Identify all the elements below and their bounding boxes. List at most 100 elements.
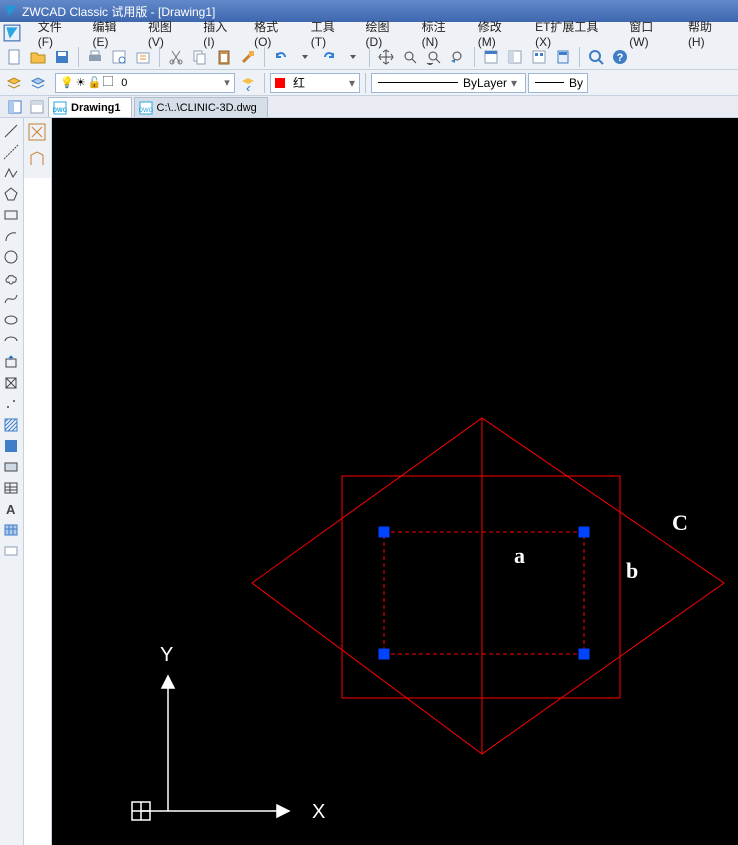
- help-icon[interactable]: ?: [609, 46, 631, 68]
- revcloud-icon[interactable]: [0, 267, 22, 288]
- linetype-combo[interactable]: ByLayer ▾: [371, 73, 526, 93]
- layer-combo[interactable]: 💡 ☀ 🔓 0 ▾: [55, 73, 235, 93]
- lock-icon: 🔓: [88, 76, 102, 89]
- new-icon[interactable]: [3, 46, 25, 68]
- table-draw-icon[interactable]: [0, 477, 22, 498]
- chevron-down-icon: ▾: [345, 76, 359, 90]
- calc-icon[interactable]: [552, 46, 574, 68]
- undo-dd-icon[interactable]: [294, 46, 316, 68]
- label-c: C: [672, 510, 688, 536]
- doc-tabs: DWG Drawing1 DWG C:\..\CLINIC-3D.dwg: [0, 96, 738, 118]
- menu-bar: 文件(F) 编辑(E) 视图(V) 插入(I) 格式(O) 工具(T) 绘图(D…: [0, 22, 738, 44]
- copy-icon[interactable]: [189, 46, 211, 68]
- redo-dd-icon[interactable]: [342, 46, 364, 68]
- doc-tab-0[interactable]: DWG Drawing1: [48, 97, 132, 117]
- separator: [369, 47, 370, 67]
- svg-text:A: A: [6, 502, 16, 517]
- dwg-icon: DWG: [53, 101, 67, 115]
- table2-icon[interactable]: [0, 519, 22, 540]
- color-swatch-icon: [275, 78, 285, 88]
- drawing-content: X Y: [52, 118, 738, 845]
- polyline-icon[interactable]: [0, 162, 22, 183]
- drawing-canvas[interactable]: X Y a b C: [52, 118, 738, 845]
- separator: [78, 47, 79, 67]
- doc-tab-label: Drawing1: [71, 102, 121, 114]
- ellipse-arc-icon[interactable]: [0, 330, 22, 351]
- make-block-icon[interactable]: [0, 372, 22, 393]
- svg-text:?: ?: [617, 52, 624, 64]
- color-combo[interactable]: 红 ▾: [270, 73, 360, 93]
- paste-icon[interactable]: [213, 46, 235, 68]
- xline-icon[interactable]: [0, 141, 22, 162]
- menu-help[interactable]: 帮助(H): [680, 16, 736, 51]
- chevron-down-icon: ▾: [220, 76, 234, 89]
- region-icon[interactable]: [0, 456, 22, 477]
- separator: [159, 47, 160, 67]
- doc-tab-label: C:\..\CLINIC-3D.dwg: [157, 102, 257, 114]
- point-icon[interactable]: [0, 393, 22, 414]
- zoom-dd-icon[interactable]: [423, 46, 445, 68]
- app-icon[interactable]: [2, 23, 22, 43]
- label-b: b: [626, 558, 638, 584]
- separator: [579, 47, 580, 67]
- panel-toggle-1-icon[interactable]: [4, 97, 26, 117]
- cut-icon[interactable]: [165, 46, 187, 68]
- separator: [365, 73, 366, 93]
- zoom-realtime-icon[interactable]: [399, 46, 421, 68]
- separator: [264, 73, 265, 93]
- print-preview-icon[interactable]: [108, 46, 130, 68]
- x-axis-label: X: [312, 801, 325, 823]
- app-logo-icon: [4, 4, 18, 18]
- match-icon[interactable]: [237, 46, 259, 68]
- panel-toggle-2-icon[interactable]: [26, 97, 48, 117]
- standard-toolbar: ?: [0, 44, 738, 70]
- svg-text:DWG: DWG: [53, 108, 67, 114]
- work-area: A X Y: [0, 118, 738, 845]
- properties-icon[interactable]: [480, 46, 502, 68]
- circle-icon[interactable]: [0, 246, 22, 267]
- dwg-icon: DWG: [139, 101, 153, 115]
- sun-icon: ☀: [76, 76, 86, 89]
- lineweight-label: By: [569, 76, 583, 90]
- undo-icon[interactable]: [270, 46, 292, 68]
- chevron-down-icon: ▾: [507, 76, 521, 90]
- rectangle-icon[interactable]: [0, 204, 22, 225]
- label-a: a: [514, 543, 525, 569]
- layer-prev-icon[interactable]: [237, 72, 259, 94]
- layer-manager-icon[interactable]: [3, 72, 25, 94]
- redo-icon[interactable]: [318, 46, 340, 68]
- insert-block-icon[interactable]: [0, 351, 22, 372]
- mtext-icon[interactable]: A: [0, 498, 22, 519]
- pan-icon[interactable]: [375, 46, 397, 68]
- layer-states-icon[interactable]: [27, 72, 49, 94]
- gradient-icon[interactable]: [0, 435, 22, 456]
- svg-text:DWG: DWG: [139, 108, 153, 114]
- polygon-icon[interactable]: [0, 183, 22, 204]
- spline-icon[interactable]: [0, 288, 22, 309]
- panel-column: [24, 118, 52, 845]
- open-icon[interactable]: [27, 46, 49, 68]
- tool-palettes-icon[interactable]: [528, 46, 550, 68]
- more-icon[interactable]: [0, 540, 22, 561]
- bulb-icon: 💡: [60, 76, 74, 89]
- hatch-icon[interactable]: [0, 414, 22, 435]
- save-icon[interactable]: [51, 46, 73, 68]
- lineweight-sample-icon: [535, 82, 564, 83]
- doc-tab-1[interactable]: DWG C:\..\CLINIC-3D.dwg: [134, 97, 268, 117]
- layer-name: 0: [117, 77, 220, 89]
- panel-icon-2[interactable]: [24, 145, 50, 172]
- lineweight-combo[interactable]: By: [528, 73, 588, 93]
- design-center-icon[interactable]: [504, 46, 526, 68]
- zoom-window-icon[interactable]: [585, 46, 607, 68]
- ellipse-icon[interactable]: [0, 309, 22, 330]
- separator: [474, 47, 475, 67]
- zoom-prev-icon[interactable]: [447, 46, 469, 68]
- line-icon[interactable]: [0, 120, 22, 141]
- color-swatch-icon: [103, 76, 113, 89]
- print-icon[interactable]: [84, 46, 106, 68]
- publish-icon[interactable]: [132, 46, 154, 68]
- panel-icon-1[interactable]: [24, 118, 50, 145]
- blank-panel: [24, 178, 52, 845]
- layers-toolbar: 💡 ☀ 🔓 0 ▾ 红 ▾ ByLayer ▾ By: [0, 70, 738, 96]
- arc-icon[interactable]: [0, 225, 22, 246]
